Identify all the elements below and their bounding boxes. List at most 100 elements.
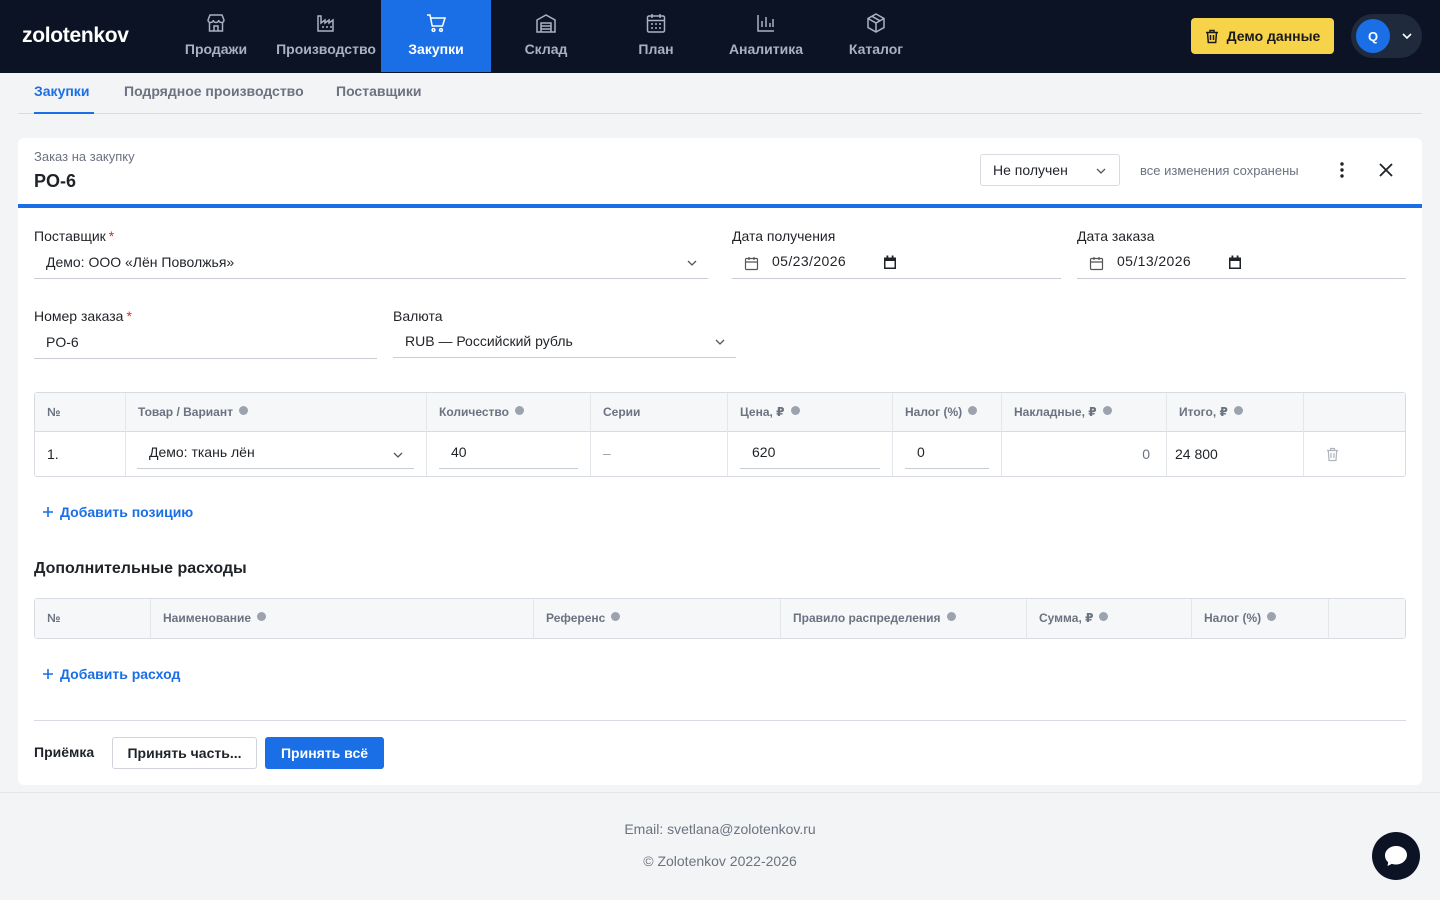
demo-data-button[interactable]: Демо данные — [1191, 18, 1334, 54]
currency-label: Валюта — [393, 308, 443, 324]
info-icon[interactable] — [968, 406, 978, 415]
close-icon[interactable] — [1376, 160, 1396, 180]
price-input[interactable]: 620 — [740, 439, 880, 469]
cell-num: 1. — [35, 432, 126, 476]
chat-icon — [1385, 846, 1407, 866]
column-header-allocation-rule: Правило распределения — [781, 599, 1027, 638]
cart-icon — [427, 14, 447, 33]
quantity-input[interactable]: 40 — [439, 439, 578, 469]
nav-item-purchases[interactable]: Закупки — [381, 0, 491, 72]
more-vertical-icon[interactable] — [1334, 160, 1350, 180]
info-icon[interactable] — [611, 612, 621, 621]
column-header-tax: Налог (%) — [1192, 599, 1329, 638]
nav-item-catalog[interactable]: Каталог — [821, 0, 931, 72]
column-header-tax: Налог (%) — [893, 393, 1002, 432]
nav-item-sales[interactable]: Продажи — [161, 0, 271, 72]
product-select[interactable]: Демо: ткань лён — [137, 439, 414, 469]
brand-logo[interactable]: zolotenkov — [22, 24, 129, 48]
tab-suppliers[interactable]: Поставщики — [336, 83, 422, 114]
cell-series[interactable]: – — [591, 432, 728, 476]
date-picker-icon[interactable] — [1228, 255, 1242, 270]
info-icon[interactable] — [790, 406, 800, 415]
order-date-field[interactable]: 05/13/2026 — [1077, 247, 1406, 279]
cell-actions — [1304, 432, 1405, 476]
plus-icon — [43, 507, 53, 517]
currency-select[interactable]: RUB — Российский рубль — [393, 326, 736, 358]
nav-label: Закупки — [408, 41, 464, 57]
document-kind: Заказ на закупку — [34, 149, 135, 164]
nav-item-warehouse[interactable]: Склад — [491, 0, 601, 72]
order-lines-table: № Товар / Вариант Количество Серии Цена,… — [34, 392, 1406, 477]
order-date-value: 05/13/2026 — [1117, 253, 1192, 269]
tab-purchases[interactable]: Закупки — [34, 83, 94, 114]
price-value: 620 — [752, 444, 776, 460]
receive-date-field[interactable]: 05/23/2026 — [732, 247, 1061, 279]
info-icon[interactable] — [1267, 612, 1277, 621]
info-icon[interactable] — [946, 612, 956, 621]
chat-widget-button[interactable] — [1372, 832, 1420, 880]
column-header-price: Цена, ₽ — [728, 393, 893, 432]
receive-all-button[interactable]: Принять всё — [265, 737, 384, 769]
info-icon[interactable] — [257, 612, 267, 621]
info-icon[interactable] — [1099, 612, 1109, 621]
nav-label: Каталог — [848, 41, 904, 57]
plus-icon — [43, 669, 53, 679]
nav-label: Склад — [524, 41, 568, 57]
page-title: PO-6 — [34, 171, 77, 191]
trash-icon — [1205, 29, 1218, 43]
delete-row-icon[interactable] — [1326, 447, 1339, 462]
date-picker-icon[interactable] — [883, 255, 897, 270]
nav-item-plan[interactable]: План — [601, 0, 711, 72]
supplier-select[interactable]: Демо: ООО «Лён Поволжья» — [34, 247, 708, 279]
order-date-label: Дата заказа — [1077, 228, 1155, 244]
save-status: все изменения сохранены — [1140, 163, 1299, 178]
chevron-down-icon[interactable] — [1399, 28, 1415, 44]
info-icon[interactable] — [1102, 406, 1112, 415]
info-icon[interactable] — [514, 406, 524, 415]
reception-label: Приёмка — [34, 744, 95, 760]
warehouse-icon — [536, 14, 556, 33]
chevron-down-icon — [687, 260, 697, 266]
add-expense-label: Добавить расход — [60, 666, 181, 682]
box-icon — [867, 13, 885, 33]
tab-contract-manufacturing[interactable]: Подрядное производство — [124, 83, 304, 114]
tax-value: 0 — [917, 444, 925, 460]
user-menu[interactable]: Q — [1351, 14, 1422, 58]
receive-date-label: Дата получения — [732, 228, 836, 244]
status-select[interactable]: Не получен — [980, 154, 1120, 186]
chevron-down-icon — [1096, 168, 1106, 174]
footer-email[interactable]: Email: svetlana@zolotenkov.ru — [0, 821, 1440, 837]
nav-item-analytics[interactable]: Аналитика — [711, 0, 821, 72]
info-icon[interactable] — [238, 406, 248, 415]
column-header-product: Товар / Вариант — [126, 393, 427, 432]
purchase-order-card: Заказ на закупку PO-6 Не получен все изм… — [18, 138, 1422, 785]
info-icon[interactable] — [1233, 406, 1243, 415]
card-header: Заказ на закупку PO-6 Не получен все изм… — [18, 138, 1422, 208]
add-line-button[interactable]: Добавить позицию — [42, 504, 193, 520]
calendar-icon — [646, 14, 666, 33]
avatar[interactable]: Q — [1356, 19, 1390, 53]
chevron-down-icon — [715, 339, 725, 345]
footer-divider — [0, 792, 1440, 793]
column-header-num: № — [35, 393, 126, 432]
nav-label: План — [638, 41, 674, 57]
footer-copyright: © Zolotenkov 2022-2026 — [643, 853, 797, 869]
table-header: № Наименование Референс Правило распреде… — [35, 599, 1405, 638]
order-number-input[interactable]: PO-6 — [34, 327, 377, 359]
add-expense-button[interactable]: Добавить расход — [42, 666, 180, 682]
tax-input[interactable]: 0 — [905, 439, 989, 469]
cell-tax: 0 — [893, 432, 1002, 476]
top-navigation: zolotenkov Продажи Производство Закупки … — [0, 0, 1440, 73]
nav-label: Производство — [276, 41, 376, 57]
column-header-num: № — [35, 599, 151, 638]
status-value: Не получен — [993, 162, 1068, 178]
overhead-value: 0 — [1142, 446, 1150, 462]
nav-label: Аналитика — [728, 41, 804, 57]
cell-overhead: 0 — [1002, 432, 1167, 476]
column-header-actions — [1329, 599, 1405, 638]
factory-icon — [317, 15, 334, 32]
receive-date-value: 05/23/2026 — [772, 253, 847, 269]
receive-partial-button[interactable]: Принять часть... — [112, 737, 257, 769]
nav-item-production[interactable]: Производство — [271, 0, 381, 72]
total-value: 24 800 — [1175, 446, 1218, 462]
